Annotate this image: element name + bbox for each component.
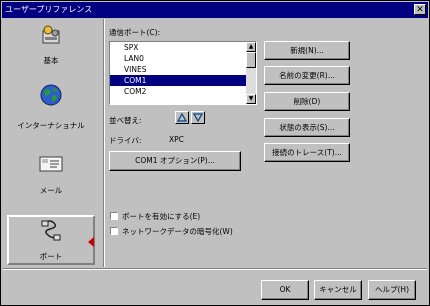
list-item[interactable]: COM2: [110, 86, 256, 97]
scrollbar[interactable]: ▲ ▼: [246, 42, 256, 104]
sort-down-button[interactable]: [191, 111, 205, 124]
title-bar: ユーザープリファレンス ✕: [2, 2, 428, 18]
rename-button[interactable]: 名前の変更(R)...: [264, 66, 350, 85]
ok-button[interactable]: OK: [261, 280, 309, 300]
enable-port-checkbox[interactable]: [110, 212, 118, 220]
sidebar-item-mail[interactable]: メール: [3, 149, 99, 205]
delete-button[interactable]: 削除(D): [264, 92, 350, 111]
sort-label: 並べ替え:: [109, 116, 142, 125]
preferences-window: ユーザープリファレンス ✕ 基本 インターナショナル メール ポート 通信ポート…: [0, 0, 430, 306]
sidebar-item-label: 基本: [43, 56, 59, 65]
sort-down-icon: [192, 113, 204, 123]
cancel-button[interactable]: キャンセル: [314, 280, 362, 300]
scroll-up-icon[interactable]: ▲: [246, 42, 256, 52]
port-icon: [41, 220, 61, 241]
encrypt-network-checkbox[interactable]: [110, 227, 118, 235]
sort-up-icon: [176, 112, 188, 122]
sidebar-item-label: インターナショナル: [17, 121, 85, 130]
horizontal-divider: [3, 268, 427, 270]
trace-connection-button[interactable]: 接続のトレース(T)...: [264, 143, 350, 162]
sort-up-button[interactable]: [175, 111, 189, 124]
globe-icon: [40, 84, 62, 106]
selected-arrow-icon: [88, 237, 94, 247]
sidebar-item-port[interactable]: ポート: [7, 215, 95, 265]
mail-icon: [39, 156, 63, 172]
sidebar-item-label: メール: [39, 186, 63, 195]
vertical-divider: [103, 19, 105, 267]
list-item[interactable]: SPX: [110, 42, 256, 53]
list-item[interactable]: VINES: [110, 64, 256, 75]
scroll-down-icon[interactable]: ▼: [246, 94, 256, 104]
sidebar-item-basic[interactable]: 基本: [3, 19, 99, 75]
sidebar: 基本 インターナショナル メール ポート: [3, 19, 99, 266]
scroll-thumb[interactable]: [246, 52, 256, 68]
new-button[interactable]: 新規(N)...: [264, 41, 350, 60]
driver-value: XPC: [169, 135, 184, 144]
ports-listbox[interactable]: SPX LAN0 VINES COM1 COM2 ▲ ▼: [109, 41, 257, 105]
window-title: ユーザープリファレンス: [5, 5, 93, 14]
enable-port-label: ポートを有効にする(E): [122, 212, 201, 221]
sidebar-item-label: ポート: [39, 252, 63, 261]
sidebar-item-international[interactable]: インターナショナル: [3, 82, 99, 138]
options-button[interactable]: COM1 オプション(P)...: [109, 151, 241, 171]
list-item[interactable]: LAN0: [110, 53, 256, 64]
gear-icon: [42, 25, 60, 44]
ports-label: 通信ポート(C):: [109, 28, 161, 37]
help-button[interactable]: ヘルプ(H): [368, 280, 416, 300]
show-status-button[interactable]: 状態の表示(S)...: [264, 118, 350, 137]
driver-label: ドライバ:: [109, 136, 142, 145]
encrypt-network-label: ネットワークデータの暗号化(W): [122, 227, 233, 236]
close-button[interactable]: ✕: [414, 4, 426, 15]
list-item-selected[interactable]: COM1: [110, 75, 256, 86]
